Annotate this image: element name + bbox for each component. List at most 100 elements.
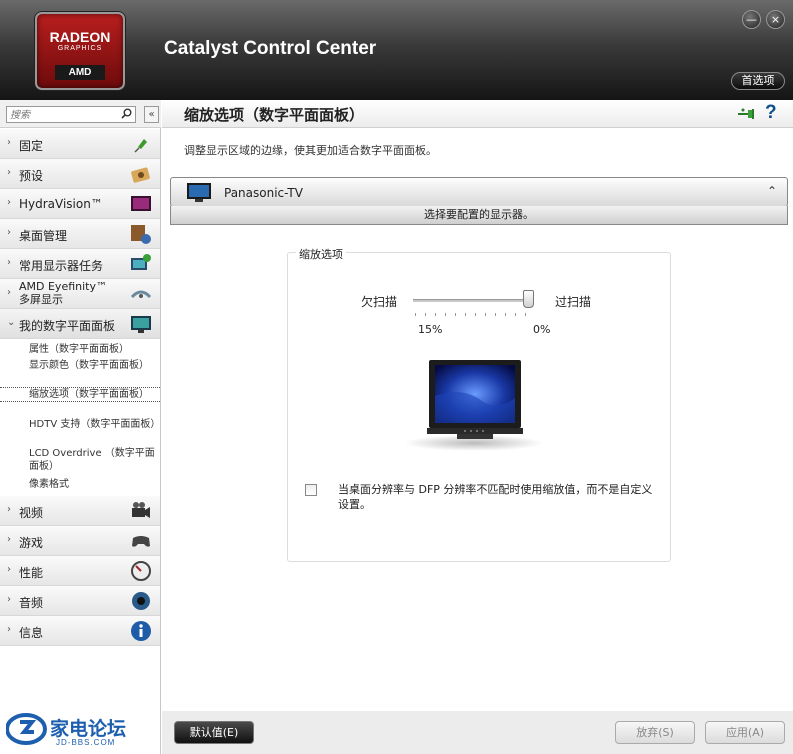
page-description: 调整显示区域的边缘，使其更加适合数字平面面板。 [184, 144, 437, 157]
chevron-right-icon: › [7, 624, 11, 635]
group-title: 缩放选项 [296, 246, 346, 262]
jd-bbs-logo-icon [6, 713, 47, 745]
search-bar: « [0, 100, 161, 128]
scaling-slider-thumb[interactable] [522, 290, 534, 308]
use-scaling-checkbox-label[interactable]: 当桌面分辨率与 DFP 分辨率不匹配时使用缩放值，而不是自定义设置。 [338, 482, 653, 512]
sidebar-item-hydravision[interactable]: › HydraVision™ [0, 189, 160, 219]
sidebar: « › 固定 › 预设 › HydraVision™ › 桌面管理 › 常用显示… [0, 100, 161, 754]
close-button[interactable]: × [766, 10, 785, 29]
help-icon[interactable]: ? [765, 102, 777, 124]
presets-icon [131, 167, 150, 183]
slider-min-label: 15% [418, 323, 443, 336]
sub-item-hdtv-support[interactable]: HDTV 支持（数字平面面板） [29, 418, 160, 431]
sidebar-item-performance[interactable]: › 性能 [0, 556, 160, 586]
main-panel: 缩放选项（数字平面面板） ? 调整显示区域的边缘，使其更加适合数字平面面板。 P… [162, 100, 793, 754]
monitor-preview-image [404, 360, 544, 451]
logo-text-graphics: GRAPHICS [57, 45, 103, 52]
monitor-icon [187, 183, 211, 202]
sidebar-item-gaming[interactable]: › 游戏 [0, 526, 160, 556]
sidebar-item-label: 性能 [19, 566, 44, 580]
sidebar-item-label: 信息 [19, 626, 44, 640]
slider-ticks [415, 313, 535, 316]
chevron-right-icon: › [7, 257, 11, 268]
page-header: 缩放选项（数字平面面板） ? [162, 100, 793, 128]
gauge-icon [131, 561, 151, 581]
scaling-options-group: 缩放选项 欠扫描 过扫描 15% 0% 当桌面分辨率与 DFP 分辨率不匹配时使… [287, 246, 671, 562]
sub-item-display-color[interactable]: 显示颜色（数字平面面板） [29, 359, 157, 372]
display-selector-hint: 选择要配置的显示器。 [170, 206, 788, 225]
sidebar-item-label: 常用显示器任务 [19, 259, 104, 273]
discard-button[interactable]: 放弃(S) [615, 721, 695, 744]
sidebar-item-label: 预设 [19, 169, 44, 183]
display-selector[interactable]: Panasonic-TV ⌃ [170, 177, 788, 207]
collapse-sidebar-button[interactable]: « [144, 106, 159, 123]
chevron-right-icon: › [7, 564, 11, 575]
search-input[interactable] [7, 108, 117, 123]
watermark-text: 家电论坛 [50, 718, 127, 740]
sub-item-pixel-format[interactable]: 像素格式 [29, 478, 157, 491]
chevron-right-icon: › [7, 167, 11, 178]
sub-item-properties[interactable]: 属性（数字平面面板） [29, 343, 157, 356]
sidebar-item-label: 固定 [19, 139, 44, 153]
underscan-label: 欠扫描 [361, 295, 398, 309]
title-bar: RADEON GRAPHICS AMD Catalyst Control Cen… [0, 0, 793, 100]
video-camera-icon [132, 502, 150, 518]
flat-panel-submenu: 属性（数字平面面板） 显示颜色（数字平面面板） 缩放选项（数字平面面板） HDT… [0, 339, 160, 499]
sub-item-lcd-overdrive[interactable]: LCD Overdrive （数字平面面板） [29, 447, 157, 473]
chevron-down-icon: ⌄ [7, 317, 16, 328]
display-tasks-icon [131, 254, 151, 270]
scaling-slider-track[interactable] [413, 299, 533, 302]
watermark-subtext: JD-BBS.COM [56, 738, 116, 747]
chevron-right-icon: › [7, 197, 11, 208]
speaker-icon [132, 592, 150, 610]
sidebar-item-pinned[interactable]: › 固定 [0, 129, 160, 159]
chevron-right-icon: › [7, 287, 11, 298]
sidebar-item-label-line2: 多屏显示 [19, 293, 63, 306]
radeon-logo: RADEON GRAPHICS AMD [35, 12, 125, 90]
sidebar-item-information[interactable]: › 信息 [0, 616, 160, 646]
sidebar-item-label: 音频 [19, 596, 44, 610]
flat-panel-icon [131, 316, 151, 333]
eyefinity-icon [130, 290, 152, 299]
info-icon [131, 621, 151, 641]
chevron-up-icon[interactable]: ⌃ [767, 184, 777, 198]
sidebar-item-desktop-management[interactable]: › 桌面管理 [0, 219, 160, 249]
chevron-right-icon: › [7, 227, 11, 238]
sidebar-item-display-tasks[interactable]: › 常用显示器任务 [0, 249, 160, 279]
page-title: 缩放选项（数字平面面板） [184, 106, 365, 124]
use-scaling-checkbox[interactable] [305, 484, 317, 496]
sidebar-item-presets[interactable]: › 预设 [0, 159, 160, 189]
chevron-right-icon: › [7, 594, 11, 605]
footer-bar: 默认值(E) 放弃(S) 应用(A) [162, 711, 793, 754]
selected-display-name: Panasonic-TV [224, 186, 303, 200]
sidebar-item-video[interactable]: › 视频 [0, 496, 160, 526]
search-icon[interactable] [121, 108, 132, 122]
logo-text-radeon: RADEON [49, 29, 111, 45]
logo-text-amd: AMD [55, 65, 105, 80]
sidebar-item-eyefinity[interactable]: › AMD Eyefinity™ 多屏显示 [0, 279, 160, 309]
watermark-logo: 家电论坛 JD-BBS.COM [6, 712, 156, 754]
pin-icon [134, 139, 147, 153]
gamepad-icon [132, 536, 150, 547]
apply-button[interactable]: 应用(A) [705, 721, 785, 744]
pin-page-icon[interactable] [736, 106, 758, 122]
app-title: Catalyst Control Center [164, 38, 377, 59]
minimize-button[interactable]: — [742, 10, 761, 29]
slider-max-label: 0% [533, 323, 551, 336]
search-field[interactable] [6, 106, 136, 123]
preferences-button[interactable]: 首选项 [731, 72, 785, 90]
defaults-button[interactable]: 默认值(E) [174, 721, 254, 744]
sidebar-item-label: 游戏 [19, 536, 44, 550]
sidebar-item-audio[interactable]: › 音频 [0, 586, 160, 616]
sub-item-scaling-options[interactable]: 缩放选项（数字平面面板） [0, 387, 160, 402]
chevron-right-icon: › [7, 504, 11, 515]
sidebar-item-label: HydraVision™ [19, 197, 103, 211]
sidebar-item-label: 桌面管理 [19, 229, 68, 243]
overscan-label: 过扫描 [555, 295, 592, 309]
sidebar-item-label-line1: AMD Eyefinity™ [19, 280, 107, 293]
sidebar-item-label: 我的数字平面面板 [19, 319, 116, 333]
hydravision-icon [131, 196, 151, 211]
sidebar-item-flat-panel[interactable]: ⌄ 我的数字平面面板 [0, 309, 160, 339]
desktop-management-icon [131, 225, 151, 244]
chevron-right-icon: › [7, 534, 11, 545]
